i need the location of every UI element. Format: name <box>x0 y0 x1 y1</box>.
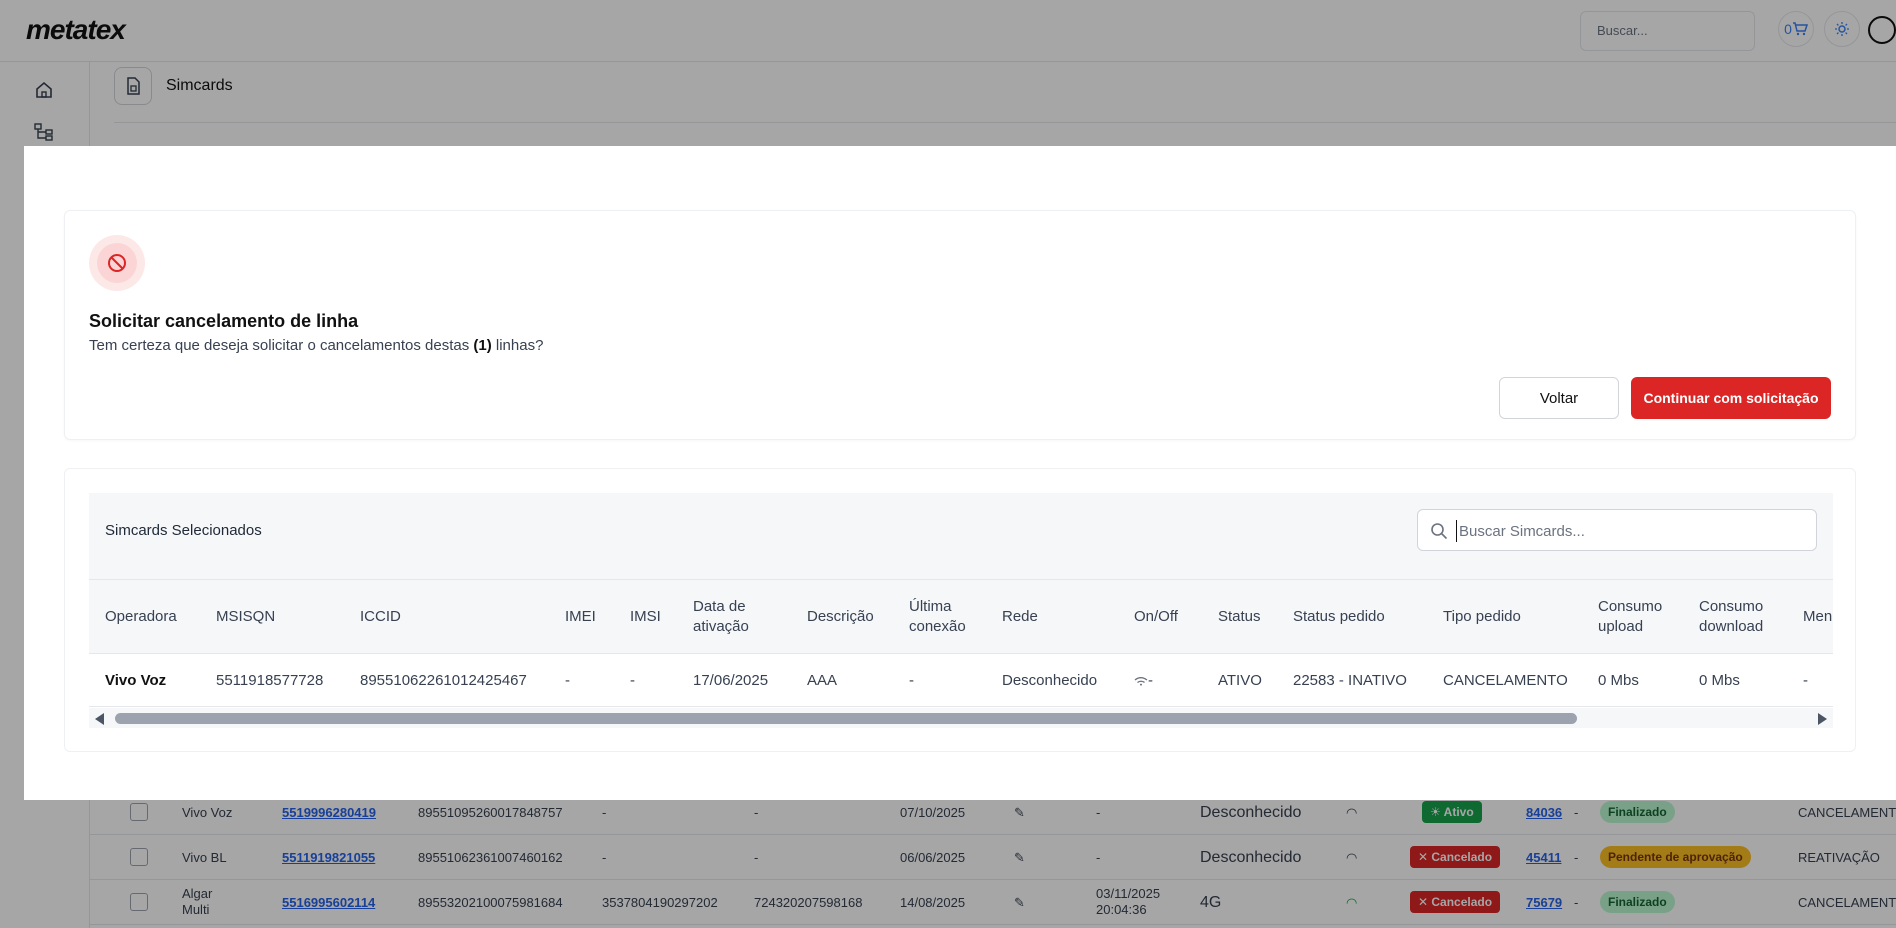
column-header[interactable]: Data de ativação <box>693 580 749 654</box>
ban-icon <box>108 254 126 272</box>
cell-on-off: - <box>1134 654 1153 707</box>
selected-count: (1) <box>473 337 492 354</box>
cell-consumo-download: 0 Mbs <box>1699 672 1740 689</box>
cell-msisdn: 5511918577728 <box>216 672 324 689</box>
column-header[interactable]: Men <box>1803 580 1832 654</box>
table-row[interactable]: Vivo Voz 5511918577728 89551062261012425… <box>89 654 1833 707</box>
on-off-value: - <box>1148 672 1153 689</box>
column-header[interactable]: Rede <box>1002 580 1038 654</box>
column-header[interactable]: Status <box>1218 580 1261 654</box>
wifi-icon <box>1134 676 1148 686</box>
column-header[interactable]: Consumo upload <box>1598 580 1662 654</box>
cell-rede: Desconhecido <box>1002 672 1098 689</box>
cell-iccid: 89551062261012425467 <box>360 672 527 689</box>
column-header[interactable]: ICCID <box>360 580 401 654</box>
column-header[interactable]: MSISQN <box>216 580 275 654</box>
cell-ultima-conexao: - <box>909 672 914 689</box>
selected-simcards-card: Simcards Selecionados Operadora MSISQN ICC… <box>64 468 1856 752</box>
continue-request-button[interactable]: Continuar com solicitação <box>1631 377 1831 419</box>
warning-badge <box>89 235 145 291</box>
confirmation-card: Solicitar cancelamento de linha Tem cert… <box>64 210 1856 440</box>
cell-tipo-pedido: CANCELAMENTO <box>1443 672 1568 689</box>
column-header[interactable]: Última conexão <box>909 580 966 654</box>
column-header[interactable]: On/Off <box>1134 580 1178 654</box>
table-toolbar: Simcards Selecionados <box>89 493 1833 580</box>
cell-status-pedido: 22583 - INATIVO <box>1293 672 1407 689</box>
table-title: Simcards Selecionados <box>105 522 262 539</box>
column-header[interactable]: IMEI <box>565 580 596 654</box>
cell-imsi: - <box>630 672 635 689</box>
dialog-title: Solicitar cancelamento de linha <box>89 311 359 331</box>
cell-status: ATIVO <box>1218 672 1262 689</box>
cell-descricao: AAA <box>807 672 838 689</box>
selected-simcards-table: Simcards Selecionados Operadora MSISQN ICC… <box>89 493 1833 729</box>
column-header[interactable]: Descrição <box>807 580 874 654</box>
dialog-message: Tem certeza que deseja solicitar o cance… <box>89 337 544 354</box>
column-header[interactable]: Consumo download <box>1699 580 1763 654</box>
search-icon <box>1431 523 1448 540</box>
simcard-search-input[interactable] <box>1456 520 1796 542</box>
horizontal-scrollbar[interactable] <box>89 708 1833 728</box>
simcard-search-field[interactable] <box>1417 509 1817 551</box>
cell-data-ativacao: 17/06/2025 <box>693 672 769 689</box>
cell-imei: - <box>565 672 570 689</box>
column-header[interactable]: IMSI <box>630 580 661 654</box>
scrollbar-thumb[interactable] <box>115 713 1577 724</box>
back-button[interactable]: Voltar <box>1499 377 1619 419</box>
table-header-row: Operadora MSISQN ICCID IMEI IMSI Data de ativa… <box>89 580 1833 654</box>
column-header[interactable]: Operadora <box>105 580 177 654</box>
column-header[interactable]: Tipo pedido <box>1443 580 1521 654</box>
scroll-left-arrow-icon[interactable] <box>95 713 104 725</box>
cell-consumo-upload: 0 Mbs <box>1598 672 1639 689</box>
cancel-line-dialog: Solicitar cancelamento de linha Tem cert… <box>24 146 1896 800</box>
cell-men: - <box>1803 672 1808 689</box>
scroll-right-arrow-icon[interactable] <box>1818 713 1827 725</box>
column-header[interactable]: Status pedido <box>1293 580 1385 654</box>
cell-operadora: Vivo Voz <box>105 672 167 689</box>
dialog-header-space <box>24 146 1896 194</box>
